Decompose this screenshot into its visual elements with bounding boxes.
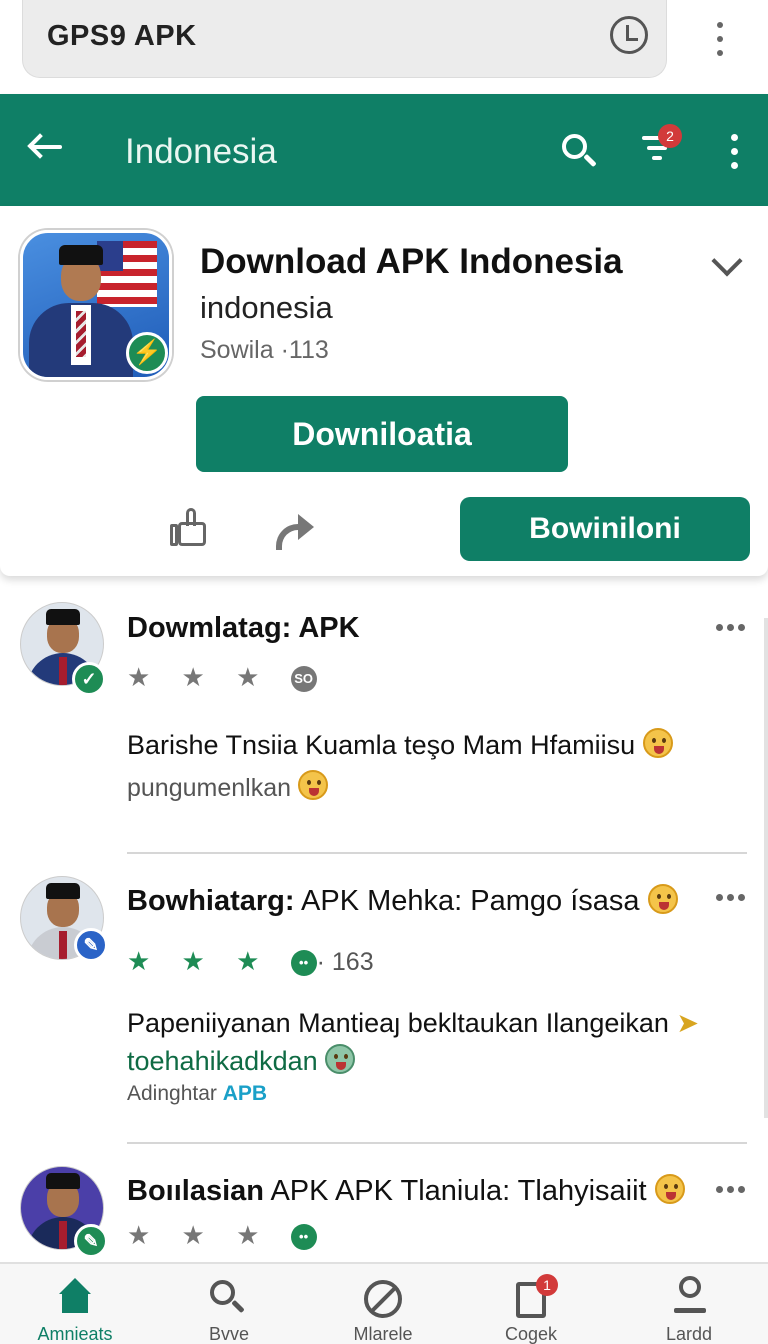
nav-item-home[interactable]: Amnieats (0, 1264, 150, 1344)
nav-badge: 1 (536, 1274, 558, 1296)
post-body: Papeniiyanan Mantieaȷ bekltaukan Ilangei… (127, 1008, 700, 1038)
clock-icon[interactable] (610, 16, 648, 54)
rating-stars: ★ ★ ★ SO (127, 662, 317, 693)
chevron-down-icon[interactable] (711, 245, 743, 277)
bottom-nav: Amnieats Bvve Mlarele 1 Cogek Lardd (0, 1262, 768, 1344)
post-title: Bowhiatarg: APK Mehka: Pamgo ísasa (127, 884, 678, 918)
more-vert-icon[interactable] (706, 18, 734, 62)
home-icon (56, 1278, 94, 1314)
more-horiz-icon[interactable] (716, 894, 746, 904)
nav-item-clipboard[interactable]: 1 Cogek (456, 1264, 606, 1344)
divider (127, 852, 747, 854)
post-body-2: toehahikadkdan (127, 1044, 356, 1077)
scrollbar[interactable] (764, 618, 768, 1118)
address-bar[interactable]: GPS9 APK (22, 0, 667, 78)
back-arrow-icon[interactable] (26, 132, 66, 162)
app-menu-icon[interactable] (722, 132, 746, 172)
verified-icon: ✓ (72, 662, 106, 696)
post-title: Dowmlatag: APK (127, 612, 360, 644)
divider (127, 1142, 747, 1144)
post-body: Barishe Tnsiia Kuamla teşo Mam Hfamiisu (127, 728, 673, 761)
emoji-icon (325, 1044, 356, 1074)
verified-icon: ✎ (74, 928, 108, 962)
search-icon[interactable] (562, 134, 598, 170)
rating-stars: ★ ★ ★ •• (127, 1220, 317, 1251)
emoji-icon (654, 1174, 685, 1204)
share-icon[interactable] (276, 514, 316, 550)
post-body-2: pungumenlkan (127, 770, 328, 803)
app-bar-title: Indonesia (125, 132, 277, 171)
download-button[interactable]: Downiloatia (196, 396, 568, 472)
app-meta: Sowila ·113 (200, 336, 329, 364)
rating-stars: ★ ★ ★ •• · 163 (127, 946, 374, 976)
search-icon (210, 1280, 246, 1316)
verified-icon: ✎ (74, 1224, 108, 1258)
screen: GPS9 APK Indonesia 2 ⚡ Download APK Indo… (0, 0, 768, 1344)
nav-item-block[interactable]: Mlarele (308, 1264, 458, 1344)
bolt-icon: ⚡ (126, 332, 168, 374)
emoji-icon (647, 884, 678, 914)
emoji-icon (297, 770, 328, 800)
post-feed: ✓ Dowmlatag: APK ★ ★ ★ SO Barishe Tnsiia… (0, 588, 768, 1264)
browser-bar: GPS9 APK (0, 0, 768, 94)
app-subtitle: indonesia (200, 290, 333, 325)
thumbs-up-icon[interactable] (170, 508, 210, 548)
post-footer: Adinghtar APB (127, 1082, 268, 1105)
filter-badge: 2 (658, 124, 682, 148)
emoji-icon (642, 728, 673, 758)
more-horiz-icon[interactable] (716, 1186, 746, 1196)
app-info-card: ⚡ Download APK Indonesia indonesia Sowil… (0, 206, 768, 576)
block-icon (364, 1280, 402, 1318)
nav-item-location[interactable]: Lardd (614, 1264, 764, 1344)
url-text: GPS9 APK (47, 20, 197, 52)
nav-item-search[interactable]: Bvve (154, 1264, 304, 1344)
post-title: Boıılasian APK APK Tlaniula: Tlahyisaiit (127, 1174, 685, 1208)
app-title: Download APK Indonesia (200, 242, 623, 281)
location-icon (674, 1276, 706, 1320)
more-horiz-icon[interactable] (716, 624, 746, 634)
secondary-download-button[interactable]: Bowiniloni (460, 497, 750, 561)
